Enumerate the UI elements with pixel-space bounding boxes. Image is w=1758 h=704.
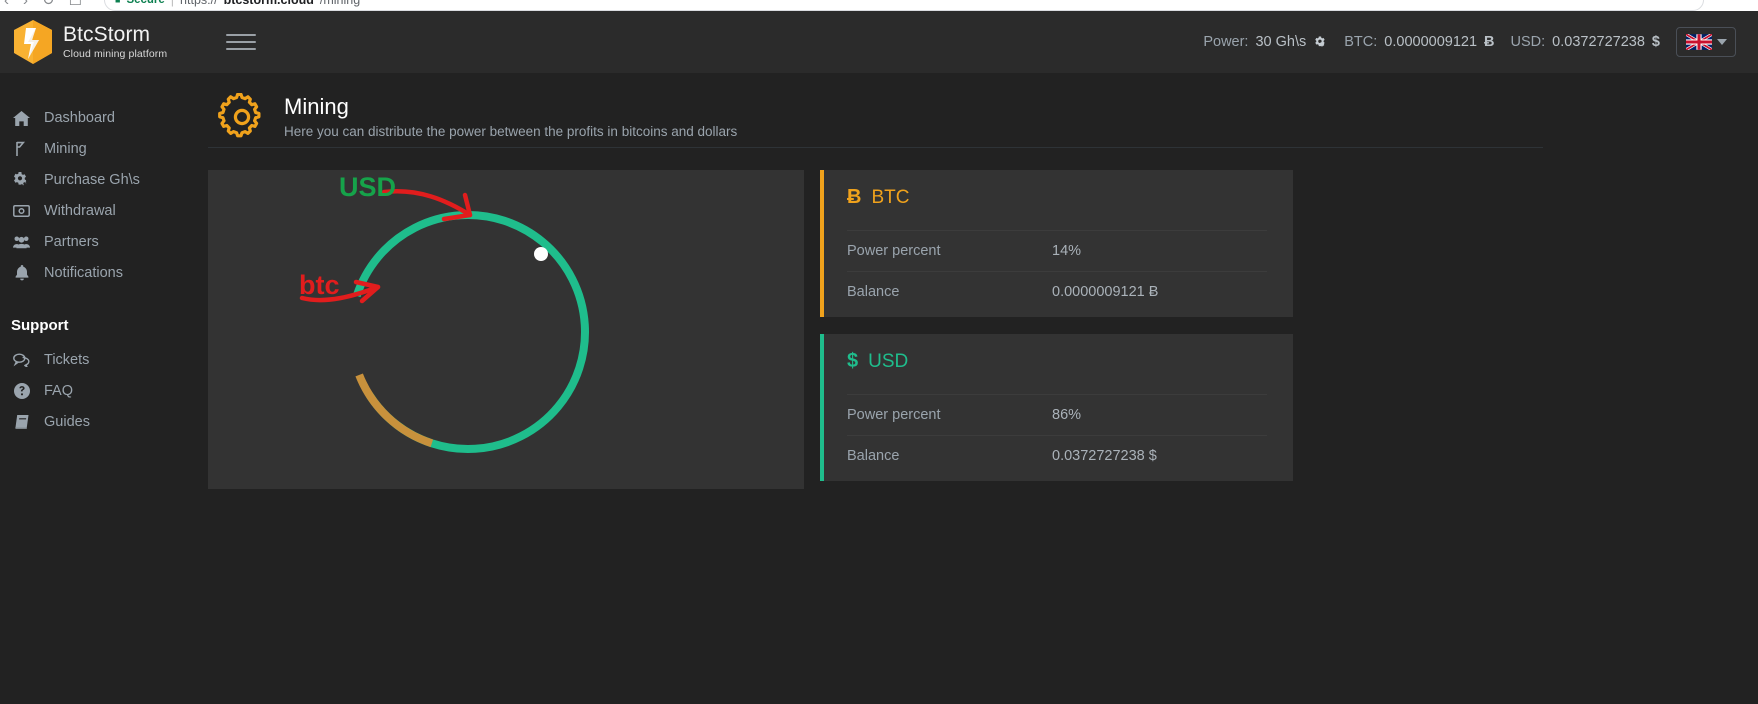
top-navbar: BtcStorm Cloud mining platform Power: 30… (0, 11, 1758, 73)
brand-logo[interactable]: BtcStorm Cloud mining platform (0, 11, 208, 73)
sidebar-item-label: Tickets (44, 352, 90, 368)
row-key: Power percent (847, 407, 941, 423)
usd-card-title-label: USD (868, 350, 909, 372)
users-icon (13, 234, 30, 251)
uk-flag-icon (1685, 34, 1712, 50)
bitcoin-symbol-icon: Ƀ (847, 186, 862, 208)
page-title: Mining (284, 93, 349, 119)
usd-balance-row: Balance 0.0372727238 $ (847, 435, 1267, 481)
balance-cards: Ƀ BTC Power percent 14% Balance 0.000000… (820, 170, 1293, 481)
row-key: Balance (847, 284, 900, 300)
sidebar-item-label: Guides (44, 414, 90, 430)
browser-nav-buttons: ‹ › ↻ ☐ (4, 0, 82, 9)
pickaxe-icon (13, 141, 30, 158)
bell-icon (13, 265, 30, 282)
omnibox-divider: | (170, 0, 175, 7)
reload-icon[interactable]: ↻ (42, 0, 55, 9)
bitcoin-symbol-icon: Ƀ (1484, 34, 1495, 50)
dollar-symbol-icon: $ (847, 350, 859, 372)
power-label: Power: (1203, 34, 1249, 50)
url-host: btcstorm.cloud (223, 0, 314, 7)
hamburger-menu-icon[interactable] (226, 27, 256, 57)
sidebar-section-support: Support (11, 317, 69, 334)
address-bar[interactable]: ■ Secure | https:// btcstorm.cloud /mini… (104, 0, 1704, 11)
sidebar-item-label: FAQ (44, 383, 74, 399)
brand-name: BtcStorm (63, 23, 151, 47)
bookmark-icon[interactable]: ☐ (69, 0, 82, 9)
forward-arrow-icon[interactable]: › (23, 0, 28, 9)
usd-stat: USD: 0.0372727238 $ (1511, 34, 1660, 50)
annotation-overlay (299, 189, 473, 304)
sidebar-item-label: Notifications (44, 265, 123, 281)
language-selector[interactable] (1676, 27, 1736, 57)
power-stat: Power: 30 Gh\s (1203, 34, 1328, 50)
gears-icon (13, 172, 30, 189)
lock-icon: ■ (115, 0, 121, 5)
row-key: Balance (847, 448, 900, 464)
main-content: Mining Here you can distribute the power… (208, 73, 1758, 704)
home-icon (13, 110, 30, 127)
sidebar-item-partners[interactable]: Partners (0, 227, 208, 257)
btc-card-title-label: BTC (871, 186, 910, 208)
btc-card: Ƀ BTC Power percent 14% Balance 0.000000… (820, 170, 1293, 317)
gear-icon (218, 92, 261, 137)
sidebar-item-withdrawal[interactable]: Withdrawal (0, 196, 208, 226)
dollar-symbol-icon: $ (1651, 34, 1660, 50)
browser-chrome: ‹ › ↻ ☐ ■ Secure | https:// btcstorm.clo… (0, 0, 1758, 11)
btc-label: BTC: (1344, 34, 1378, 50)
sidebar-item-label: Mining (44, 141, 87, 157)
sidebar: Dashboard Mining Purchase Gh\s Withdrawa… (0, 73, 208, 704)
gears-icon[interactable] (1313, 35, 1328, 50)
usd-arrow-shaft (381, 189, 473, 218)
url-path: /mining (319, 0, 361, 7)
btc-power-percent-row: Power percent 14% (847, 230, 1267, 271)
sidebar-item-label: Dashboard (44, 110, 115, 126)
usd-card-title: $ USD (847, 350, 1267, 394)
secure-label: Secure (126, 0, 165, 6)
sidebar-item-label: Partners (44, 234, 99, 250)
money-bill-icon (13, 203, 30, 220)
btc-balance-row: Balance 0.0000009121 Ƀ (847, 271, 1267, 317)
sidebar-item-faq[interactable]: FAQ (0, 376, 208, 406)
question-circle-icon (13, 383, 30, 400)
comment-icon (13, 352, 30, 369)
sidebar-item-mining[interactable]: Mining (0, 134, 208, 164)
row-value: 0.0372727238 $ (1052, 448, 1157, 464)
btc-stat: BTC: 0.0000009121 Ƀ (1344, 34, 1494, 50)
sidebar-item-purchase-ghs[interactable]: Purchase Gh\s (0, 165, 208, 195)
sidebar-item-notifications[interactable]: Notifications (0, 258, 208, 288)
page-subtitle: Here you can distribute the power betwee… (284, 124, 738, 140)
sidebar-item-tickets[interactable]: Tickets (0, 345, 208, 375)
lightning-bolt-logo (14, 19, 52, 64)
brand-tagline: Cloud mining platform (63, 47, 168, 60)
url-scheme: https:// (180, 0, 218, 7)
power-value: 30 Gh\s (1255, 34, 1307, 50)
btc-card-title: Ƀ BTC (847, 186, 1267, 230)
navbar-right: Power: 30 Gh\s BTC: 0.0000009121 Ƀ USD: … (1203, 11, 1758, 73)
power-distribution-panel: USD btc (208, 170, 804, 489)
row-value: 86% (1052, 407, 1082, 423)
sidebar-item-label: Withdrawal (44, 203, 116, 219)
usd-card: $ USD Power percent 86% Balance 0.037272… (820, 334, 1293, 481)
sidebar-item-guides[interactable]: Guides (0, 407, 208, 437)
back-arrow-icon[interactable]: ‹ (4, 0, 9, 9)
chevron-down-icon (1716, 39, 1727, 45)
btc-value: 0.0000009121 (1384, 34, 1478, 50)
header-divider (208, 147, 1543, 148)
row-value: 0.0000009121 Ƀ (1052, 284, 1159, 300)
sidebar-item-label: Purchase Gh\s (44, 172, 140, 188)
content-row: USD btc Ƀ BTC Power percent 14% Balance … (208, 170, 1758, 489)
sidebar-item-dashboard[interactable]: Dashboard (0, 103, 208, 133)
row-value: 14% (1052, 243, 1082, 259)
usd-label: USD: (1510, 34, 1546, 50)
usd-power-percent-row: Power percent 86% (847, 394, 1267, 435)
book-icon (13, 414, 30, 431)
page-header: Mining Here you can distribute the power… (208, 73, 1758, 147)
usd-value: 0.0372727238 (1552, 34, 1645, 50)
row-key: Power percent (847, 243, 941, 259)
